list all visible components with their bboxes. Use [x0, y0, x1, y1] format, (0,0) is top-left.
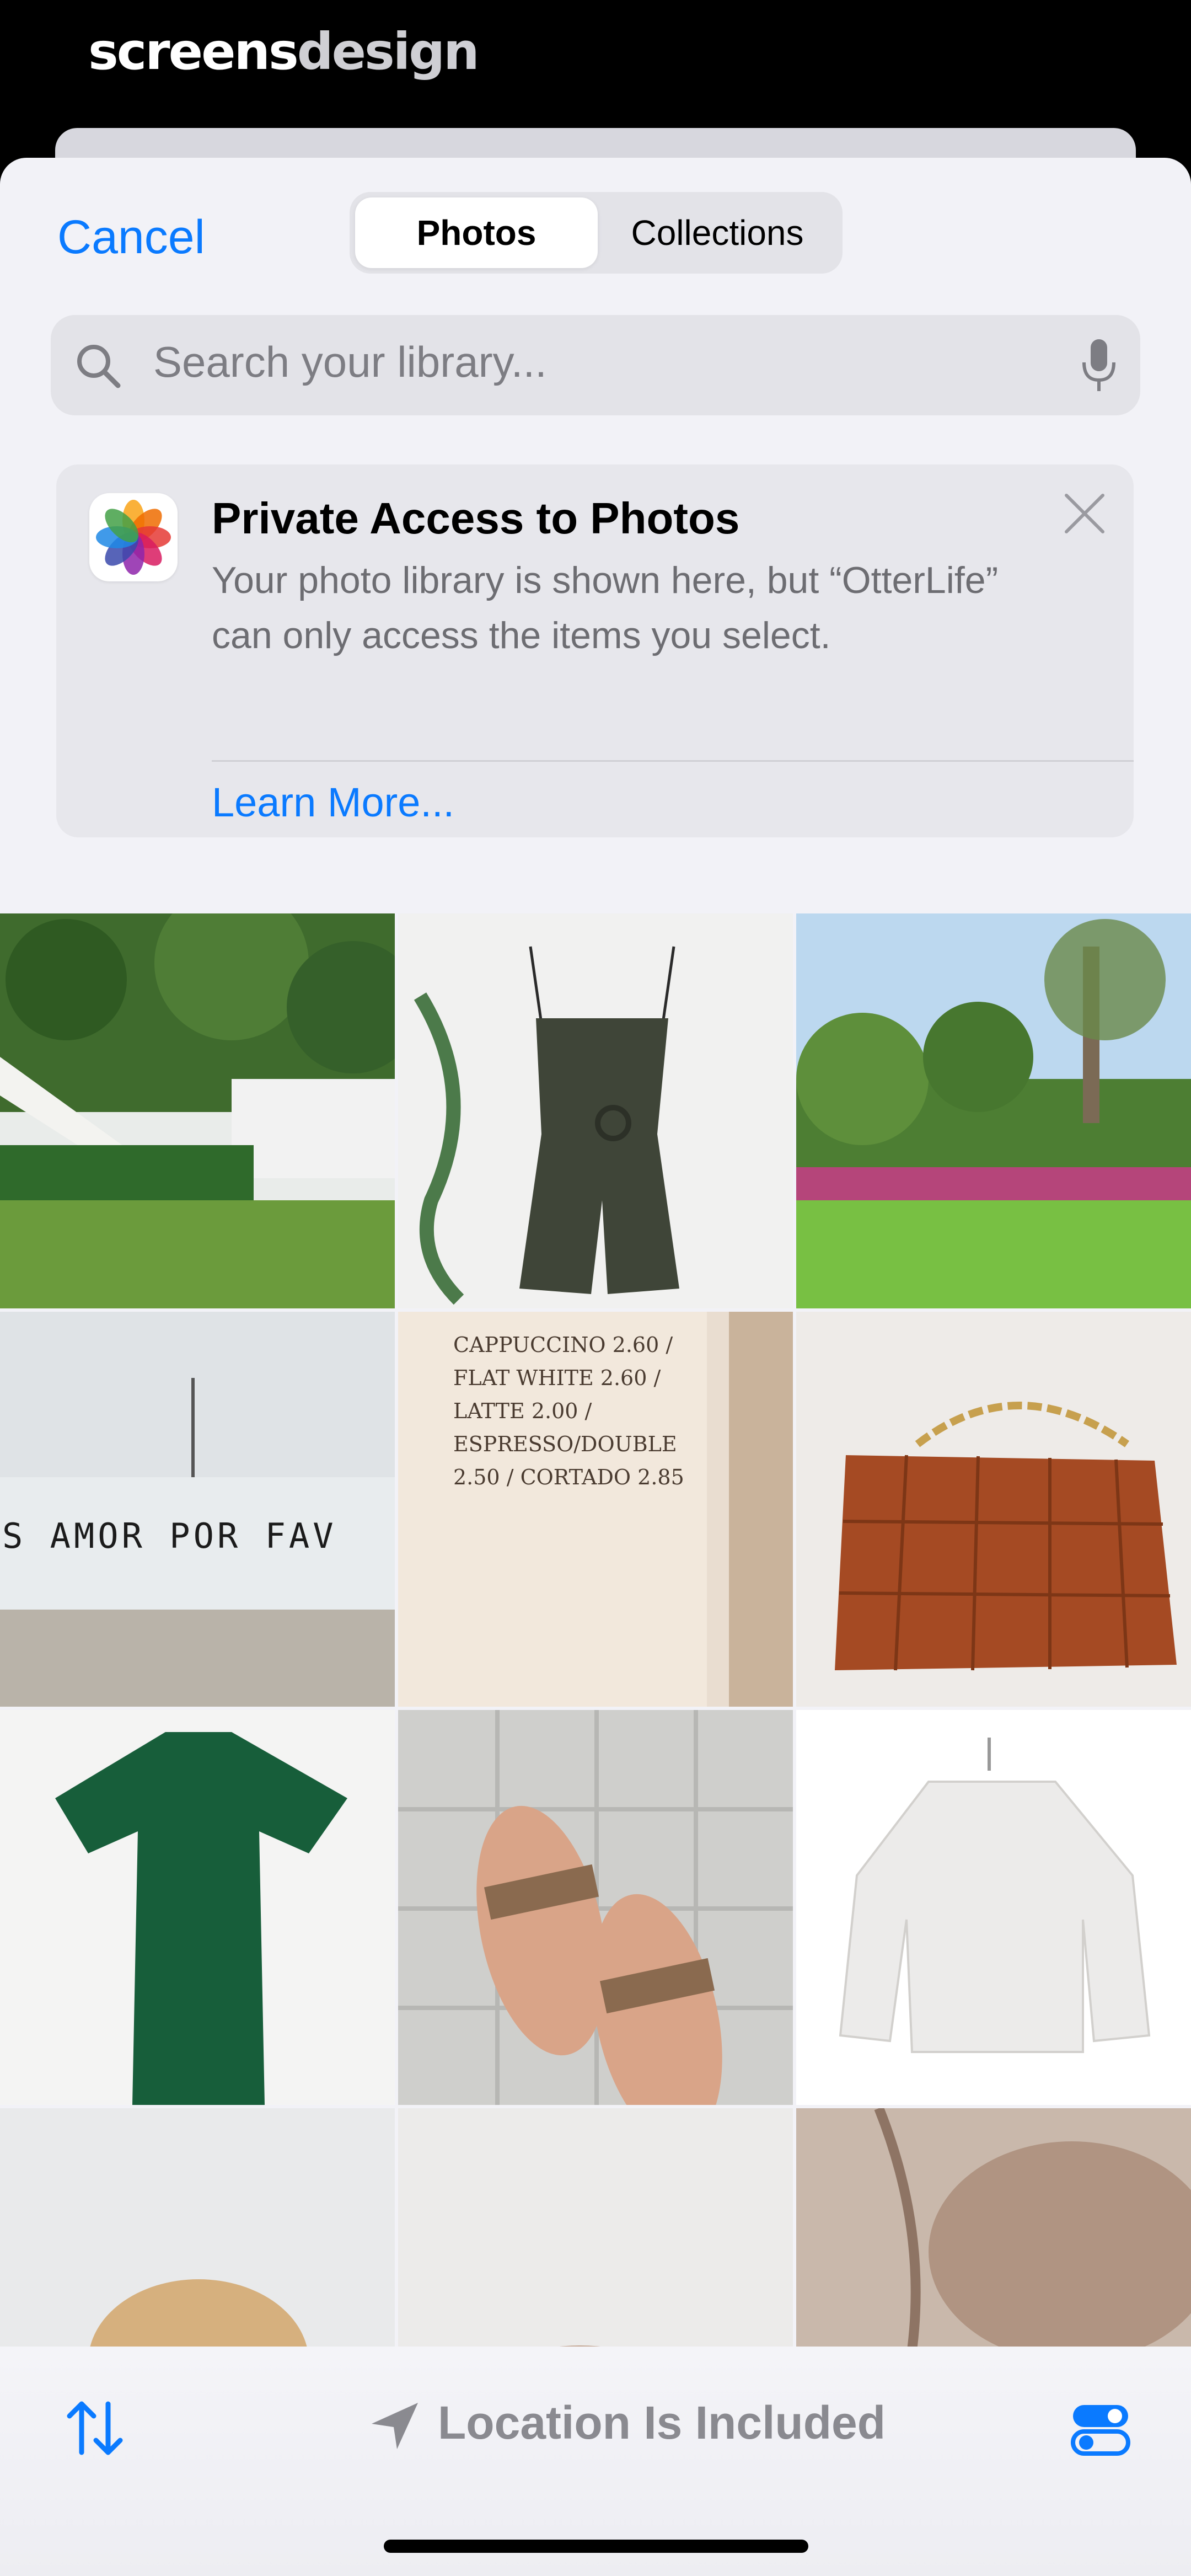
options-toggle-icon[interactable] — [1071, 2399, 1130, 2459]
tab-photos[interactable]: Photos — [355, 197, 598, 268]
photo-woven-bag[interactable] — [796, 1312, 1191, 1707]
photo-picker-sheet: Cancel Photos Collections Search your li… — [0, 158, 1191, 2576]
menu-text: CAPPUCCINO 2.60 / FLAT WHITE 2.60 / LATT… — [453, 1333, 684, 1489]
location-arrow-icon — [372, 2403, 418, 2449]
photo-sandals[interactable] — [398, 1710, 793, 2105]
bottom-toolbar: Location Is Included — [0, 2347, 1191, 2576]
photos-app-icon — [89, 493, 178, 581]
search-bar[interactable]: Search your library... — [51, 315, 1140, 415]
search-input[interactable]: Search your library... — [153, 337, 547, 387]
segmented-control: Photos Collections — [350, 192, 843, 274]
microphone-icon[interactable] — [1080, 337, 1118, 394]
photo-green-dress[interactable] — [0, 1710, 395, 2105]
brand-logo: screensdesign — [88, 22, 480, 81]
notice-divider — [212, 760, 1134, 762]
photo-garden-stairs[interactable] — [0, 913, 395, 1308]
location-status[interactable]: Location Is Included — [438, 2396, 886, 2450]
photo-coffee-menu[interactable]: CAPPUCCINO 2.60 / FLAT WHITE 2.60 / LATT… — [398, 1312, 793, 1707]
brand-part2: design — [297, 22, 480, 81]
home-indicator — [384, 2540, 808, 2553]
cancel-button[interactable]: Cancel — [57, 210, 205, 265]
brand-part1: screens — [88, 22, 299, 81]
photo-amor-wall[interactable]: S AMOR POR FAV — [0, 1312, 395, 1707]
wall-text: S AMOR POR FAV — [2, 1516, 337, 1556]
photo-park-trees[interactable] — [796, 913, 1191, 1308]
search-icon — [77, 345, 121, 388]
learn-more-link[interactable]: Learn More... — [212, 779, 454, 826]
notice-title: Private Access to Photos — [212, 494, 740, 543]
sort-icon[interactable] — [62, 2395, 128, 2461]
tab-collections[interactable]: Collections — [598, 197, 837, 268]
notice-body: Your photo library is shown here, but “O… — [212, 559, 999, 656]
photo-olive-romper[interactable] — [398, 913, 793, 1308]
close-icon[interactable] — [1060, 489, 1109, 538]
private-access-notice: Private Access to Photos Your photo libr… — [56, 464, 1134, 837]
photo-white-jacket[interactable] — [796, 1710, 1191, 2105]
